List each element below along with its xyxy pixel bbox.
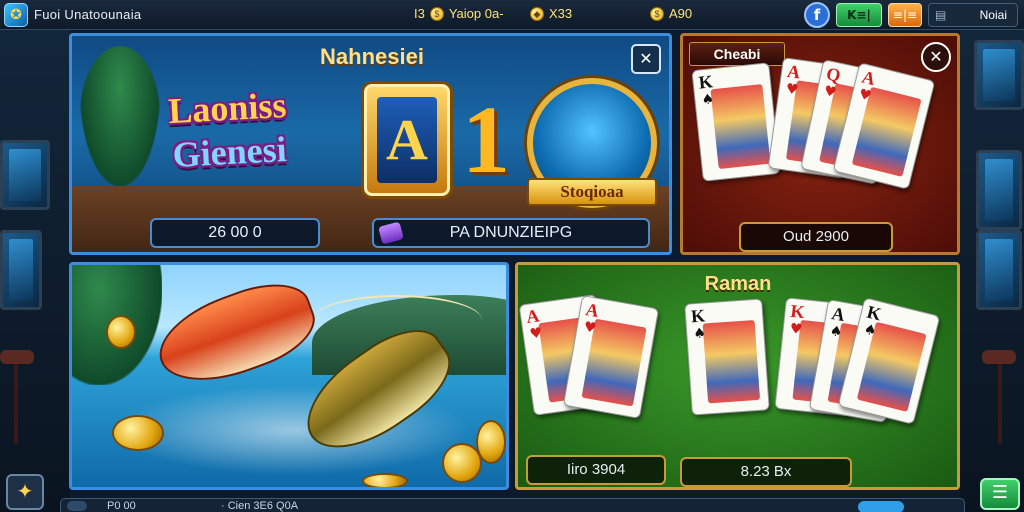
app-logo-icon[interactable]: ✪ [4, 3, 28, 27]
casino-background-right [960, 30, 1024, 512]
jackpot-amount: 26 00 0 [150, 218, 320, 248]
slot-machine-decor [976, 150, 1022, 230]
stat-gems-value: X33 [549, 6, 573, 21]
facebook-button[interactable]: f [804, 2, 830, 28]
letter-tile: A [364, 84, 450, 196]
stat-coins: $ A90 [650, 6, 692, 21]
bottom-bar: P0 00 · Cien 3E6 Q0A [60, 498, 965, 512]
card-suit-icon: ♠ [692, 325, 707, 343]
close-icon[interactable]: ✕ [631, 44, 661, 74]
playing-card[interactable]: K ♠ [691, 62, 781, 182]
panel-title: Raman [704, 273, 772, 295]
card-suit-icon: ♥ [528, 325, 544, 343]
stat-level: I3 $ Yaiop 0a- [414, 6, 504, 21]
playing-card[interactable]: K ♠ [684, 298, 770, 416]
footer-text: P0 00 [107, 500, 136, 512]
game-tile-cards-red[interactable]: Cheabi ✕ K ♠ A ♥ Q ♥ A ♥ Oud 2900 [680, 33, 960, 255]
footer-text-secondary: · Cien 3E6 Q0A [221, 500, 299, 512]
letter-tile-text: A [377, 97, 437, 183]
card-suit-icon: ♥ [784, 80, 800, 99]
pot-amount: Oud 2900 [739, 222, 893, 252]
footer-toggle[interactable] [858, 501, 904, 512]
card-face-art [710, 84, 771, 170]
card-suit-icon: ♥ [788, 320, 804, 339]
slot-machine-decor [0, 230, 42, 310]
stool-leg-decor [14, 364, 18, 444]
number-tile: 1 [462, 86, 510, 193]
game-tile-fishing[interactable] [69, 262, 509, 490]
card-rank: K [789, 300, 806, 323]
card-rank: A [830, 303, 847, 326]
casino-background-left [0, 30, 70, 512]
menu-icon: ▤ [935, 8, 947, 22]
gold-coin-icon [106, 315, 136, 349]
letter-tiles: A 1 [364, 84, 524, 196]
menu-list-button[interactable]: ☰ [980, 478, 1020, 510]
gold-coin-icon [362, 473, 408, 487]
gold-coin-icon [112, 415, 164, 451]
win-amount: 8.23 Bx [680, 457, 852, 487]
card-rank: K [690, 305, 706, 327]
card-rank: A [785, 60, 802, 83]
card-suit-icon: ♠ [700, 91, 715, 109]
medal-badge-icon: Stoqioaa [527, 78, 657, 208]
gold-coin-icon [476, 420, 506, 464]
coin-icon: $ [429, 6, 444, 21]
slot-machine-decor [0, 140, 50, 210]
promo-label: PA DNUNZIEIPG [449, 224, 573, 241]
game-logo: Laoniss Gienesi [111, 80, 346, 202]
game-tile-cards-green[interactable]: Raman A ♥ A ♥ K ♠ K ♥ A ♠ K ♠ Iiro 3904 8.23 Bx [515, 262, 960, 490]
card-rank: K [864, 301, 884, 325]
status-indicator [67, 501, 87, 511]
coin-icon: $ [650, 6, 664, 21]
top-bar: ✪ Fuoi Unatoounaia I3 $ Yaiop 0a- ◆ X33 … [0, 0, 1024, 30]
stat-coins-value: A90 [669, 6, 693, 21]
menu-button[interactable]: ▤ Noiai [928, 3, 1018, 27]
card-rank: A [584, 299, 601, 322]
card-rank: Q [824, 63, 843, 86]
gem-icon: ◆ [530, 6, 544, 21]
panel-title: Cheabi [689, 42, 785, 66]
card-rank: A [524, 305, 541, 327]
slot-machine-decor [974, 40, 1024, 110]
card-rank: K [697, 71, 714, 93]
promo-button[interactable]: PA DNUNZIEIPG [372, 218, 650, 248]
stool-decor [0, 350, 34, 364]
medal-label: Stoqioaa [527, 178, 657, 206]
stat-level-value: Yaiop 0a- [448, 6, 504, 21]
red-fish-icon [147, 269, 325, 399]
game-tile-slots[interactable]: Nahnesiei ✕ Laoniss Gienesi A 1 Stoqioaa… [69, 33, 672, 255]
bet-amount: Iiro 3904 [526, 455, 666, 485]
close-icon[interactable]: ✕ [921, 42, 951, 72]
favorites-button[interactable]: ✦ [6, 474, 44, 510]
level-prefix: I3 [414, 6, 425, 21]
card-rank: A [859, 66, 878, 90]
menu-label: Noiai [979, 8, 1007, 22]
stool-leg-decor [998, 364, 1002, 444]
green-action-button[interactable]: K≡| [836, 3, 882, 27]
orange-action-button[interactable]: ≡|≡ [888, 3, 922, 27]
stool-decor [982, 350, 1016, 364]
ticket-icon [378, 221, 404, 245]
app-title: Fuoi Unatoounaia [34, 7, 142, 22]
card-face-art [702, 319, 761, 404]
slot-machine-decor [976, 230, 1022, 310]
panel-title: Nahnesiei [320, 44, 424, 69]
stat-gems: ◆ X33 [530, 6, 572, 21]
